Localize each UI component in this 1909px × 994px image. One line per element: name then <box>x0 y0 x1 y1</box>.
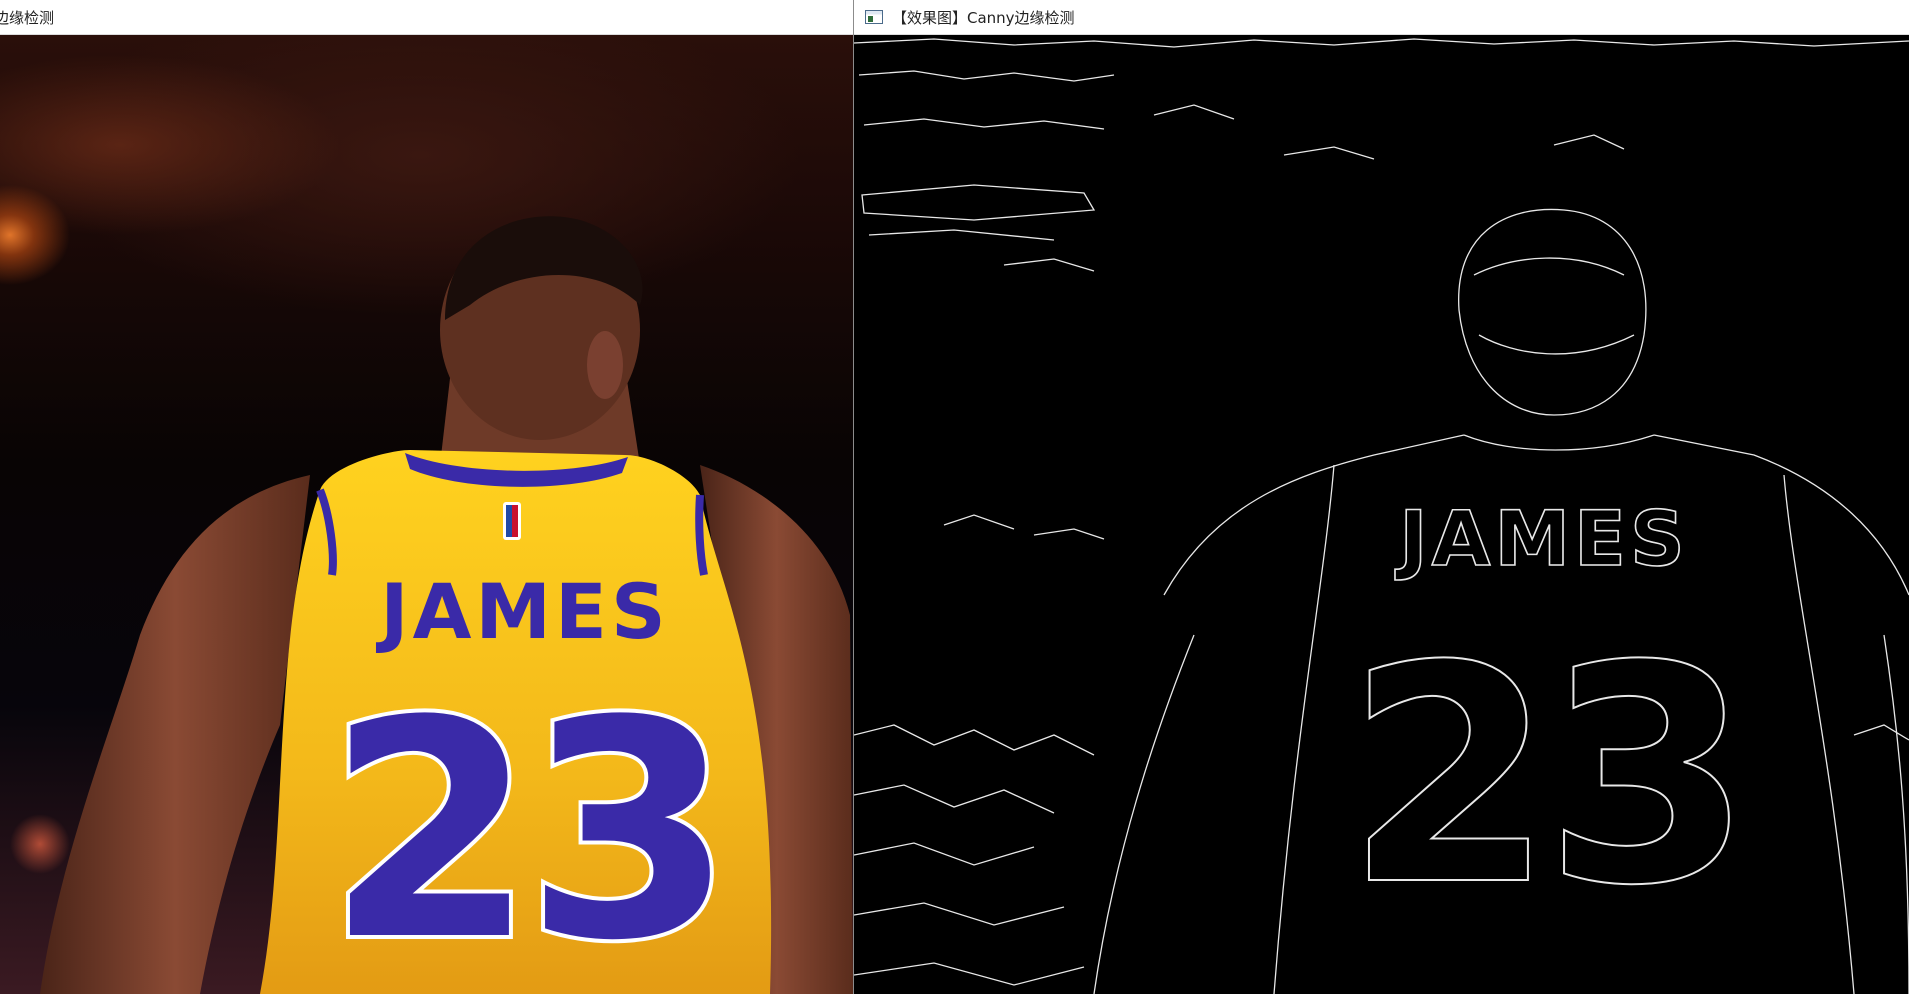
source-window-title: 边缘检测 <box>0 8 55 27</box>
source-window-titlebar[interactable]: 边缘检测 <box>0 0 853 35</box>
edge-jersey-number-text: 23 <box>1345 602 1742 951</box>
jersey-number-text: 23 <box>326 657 723 994</box>
edge-head-outline <box>1458 208 1647 416</box>
source-photo: JAMES 23 <box>0 35 853 994</box>
edge-right-shoulder <box>1653 434 1909 596</box>
result-window-title: 【效果图】Canny边缘检测 <box>892 8 1075 27</box>
canny-result-window[interactable]: 【效果图】Canny边缘检测 JAMES 23 <box>853 0 1909 994</box>
window-app-icon <box>865 10 883 24</box>
edge-jersey-name-text: JAMES <box>1394 494 1688 583</box>
jersey-name-text: JAMES <box>375 567 669 656</box>
result-window-titlebar[interactable]: 【效果图】Canny边缘检测 <box>854 0 1909 35</box>
source-image-window[interactable]: 边缘检测 JAMES 23 <box>0 0 853 994</box>
desktop: 边缘检测 JAMES 23 【效果图】Canny边缘检测 JAMES 23 <box>0 0 1909 994</box>
right-armhole-trim <box>695 494 708 576</box>
ear <box>587 331 623 399</box>
edge-map: JAMES 23 <box>854 38 1909 994</box>
player-illustration: JAMES 23 <box>40 216 853 994</box>
left-arm <box>40 475 310 994</box>
canny-edge-image: JAMES 23 <box>854 35 1909 994</box>
